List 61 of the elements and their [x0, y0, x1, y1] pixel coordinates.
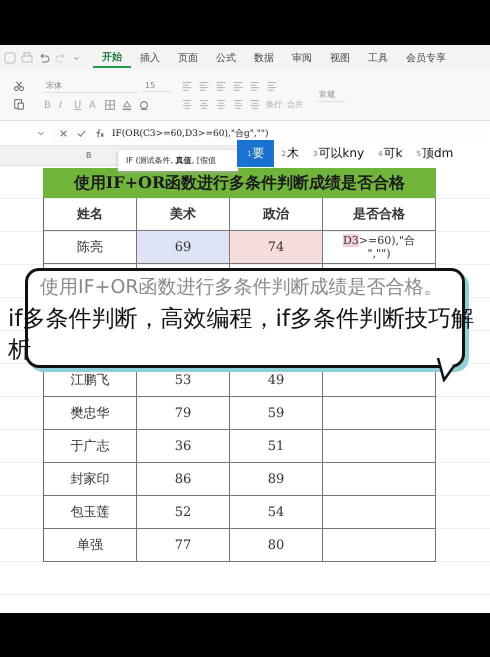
table-cell: 80 — [230, 529, 323, 561]
table-cell: 54 — [230, 496, 323, 528]
table-cell: 于广志 — [44, 430, 137, 462]
table-cell: 单强 — [44, 529, 137, 561]
table-cell: 樊忠华 — [44, 397, 137, 429]
table-cell: 52 — [137, 496, 230, 528]
bubble-text: 使用IF+OR函数进行多条件判断成绩是否合格。 — [40, 275, 444, 299]
ribbon-tab[interactable]: 公式 — [207, 48, 245, 66]
ribbon-tab[interactable]: 会员专享 — [397, 48, 455, 66]
fill-color-icon[interactable] — [121, 99, 133, 111]
ribbon-tab[interactable]: 插入 — [131, 48, 169, 66]
editing-cell[interactable]: D3>=60),"合 ","") — [323, 231, 436, 263]
function-icon[interactable] — [94, 128, 105, 138]
align-icon[interactable] — [249, 98, 261, 110]
ribbon-tab[interactable]: 页面 — [169, 48, 207, 66]
ribbon-tab[interactable]: 工具 — [359, 48, 397, 66]
close-icon[interactable] — [58, 128, 69, 138]
align-icon[interactable] — [181, 80, 193, 92]
align-icon[interactable] — [198, 98, 210, 110]
table-cell: 86 — [137, 463, 230, 495]
function-tooltip: IF (测试条件, 真值, [假值 — [118, 150, 238, 171]
cell-reference: D3 — [342, 234, 359, 247]
table-cell: 59 — [230, 397, 323, 429]
undo-icon[interactable] — [38, 52, 50, 64]
align-icon[interactable] — [232, 80, 244, 92]
table-cell: 36 — [137, 430, 230, 462]
ribbon-tab[interactable]: 数据 — [245, 48, 283, 66]
ribbon-tab[interactable]: 视图 — [321, 48, 359, 66]
column-heading: 美术 — [137, 198, 230, 230]
column-heading: 是否合格 — [323, 198, 436, 230]
table-title: 使用IF+OR函数进行多条件判断成绩是否合格 — [43, 168, 436, 198]
table-cell: 89 — [230, 463, 323, 495]
border-icon[interactable] — [104, 99, 116, 111]
table-cell: 69 — [137, 231, 230, 263]
ribbon-tab[interactable]: 开始 — [93, 48, 131, 68]
formula-field[interactable]: IF(OR(C3>=60,D3>=60),"合g","") — [112, 126, 269, 140]
column-heading: 姓名 — [44, 198, 137, 230]
scissors-icon[interactable] — [13, 80, 25, 92]
align-icon[interactable] — [232, 98, 244, 110]
formula-text: ","") — [368, 247, 390, 260]
check-icon[interactable] — [76, 128, 87, 138]
align-icon[interactable] — [215, 80, 227, 92]
align-icon[interactable] — [249, 80, 261, 92]
table-cell: 79 — [137, 397, 230, 429]
formula-text: >=60),"合 — [358, 234, 416, 247]
redo-icon[interactable] — [55, 52, 67, 64]
column-heading: 政治 — [230, 198, 323, 230]
save-icon[interactable] — [4, 52, 16, 64]
table-cell: 74 — [230, 231, 323, 263]
column-header[interactable]: B — [86, 151, 92, 160]
table-cell: 封家印 — [44, 463, 137, 495]
align-icon[interactable] — [215, 98, 227, 110]
align-icon[interactable] — [266, 80, 278, 92]
paste-icon[interactable] — [13, 98, 25, 110]
print-icon[interactable] — [21, 52, 33, 64]
align-icon[interactable] — [181, 98, 193, 110]
table-cell: 包玉莲 — [44, 496, 137, 528]
table-cell: 51 — [230, 430, 323, 462]
align-icon[interactable] — [198, 80, 210, 92]
table-cell: 77 — [137, 529, 230, 561]
ribbon-tab[interactable]: 审阅 — [283, 48, 321, 66]
